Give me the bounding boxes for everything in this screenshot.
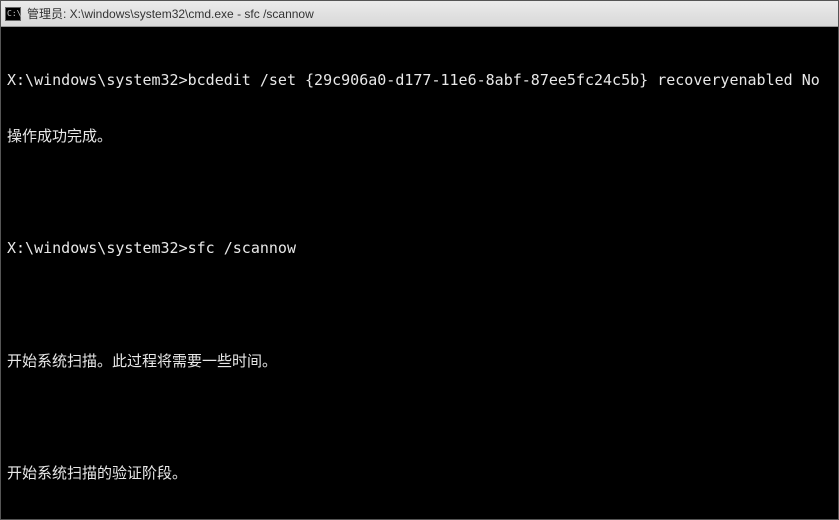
- cmd-icon: C:\: [5, 7, 21, 21]
- titlebar[interactable]: C:\ 管理员: X:\windows\system32\cmd.exe - s…: [1, 1, 838, 27]
- window-title: 管理员: X:\windows\system32\cmd.exe - sfc /…: [27, 5, 314, 22]
- output-line: 开始系统扫描的验证阶段。: [7, 464, 832, 483]
- output-line: X:\windows\system32>bcdedit /set {29c906…: [7, 71, 832, 90]
- cmd-window: C:\ 管理员: X:\windows\system32\cmd.exe - s…: [0, 0, 839, 520]
- output-blank: [7, 183, 832, 202]
- output-line: 开始系统扫描。此过程将需要一些时间。: [7, 352, 832, 371]
- output-blank: [7, 296, 832, 315]
- output-line: 操作成功完成。: [7, 127, 832, 146]
- terminal-output[interactable]: X:\windows\system32>bcdedit /set {29c906…: [1, 27, 838, 519]
- output-line: X:\windows\system32>sfc /scannow: [7, 239, 832, 258]
- cmd-icon-glyph: C:\: [7, 10, 21, 18]
- output-blank: [7, 408, 832, 427]
